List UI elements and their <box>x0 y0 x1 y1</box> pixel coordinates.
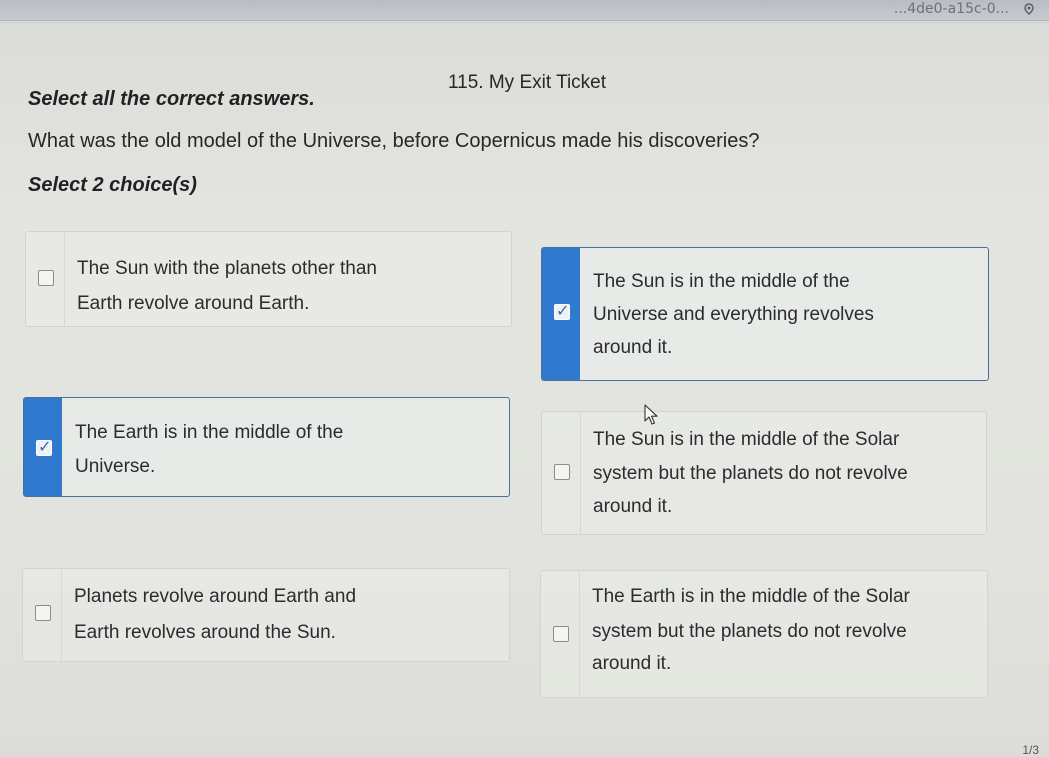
choice-checkbox-area[interactable] <box>541 571 580 697</box>
choice-line: system but the planets do not revolve <box>593 463 908 484</box>
choice-option-2[interactable]: ✓ The Sun is in the middle of the Univer… <box>541 247 989 381</box>
checkbox-unchecked-icon[interactable] <box>554 464 570 480</box>
choice-line: Earth revolves around the Sun. <box>74 622 336 643</box>
choice-line: around it. <box>593 496 673 517</box>
checkbox-unchecked-icon[interactable] <box>38 270 54 286</box>
choice-checkbox-area[interactable]: ✓ <box>24 398 62 496</box>
choice-line: around it. <box>592 653 672 674</box>
choice-option-5[interactable]: Planets revolve around Earth and Earth r… <box>22 568 510 662</box>
select-count-text: Select 2 choice(s) <box>28 174 197 196</box>
choice-option-4[interactable]: The Sun is in the middle of the Solar sy… <box>541 411 987 535</box>
choice-line: Planets revolve around Earth and <box>74 586 357 607</box>
checkbox-unchecked-icon[interactable] <box>553 626 569 642</box>
choice-line: system but the planets do not revolve <box>592 621 907 642</box>
choice-line: Earth revolve around Earth. <box>77 293 310 314</box>
instruction-text: Select all the correct answers. <box>28 88 315 110</box>
checkbox-checked-icon[interactable]: ✓ <box>554 301 570 320</box>
choice-line: Universe. <box>75 456 156 477</box>
location-pin-icon[interactable] <box>1023 3 1035 15</box>
choice-checkbox-area[interactable] <box>26 232 65 326</box>
pointer-cursor-icon <box>644 404 658 425</box>
choice-option-6[interactable]: The Earth is in the middle of the Solar … <box>540 570 988 698</box>
choice-checkbox-area[interactable]: ✓ <box>542 248 580 380</box>
page-title: 115. My Exit Ticket <box>448 72 607 93</box>
checkbox-unchecked-icon[interactable] <box>35 605 51 621</box>
page-indicator: 1/3 <box>1022 743 1039 757</box>
choice-checkbox-area[interactable] <box>23 569 62 661</box>
choice-line: The Earth is in the middle of the Solar <box>592 586 910 607</box>
choice-line: The Sun with the planets other than <box>77 258 377 279</box>
checkbox-checked-icon[interactable]: ✓ <box>36 437 52 456</box>
check-icon: ✓ <box>556 301 570 320</box>
question-prompt: What was the old model of the Universe, … <box>28 130 760 152</box>
choice-checkbox-area[interactable] <box>542 412 581 534</box>
choice-option-3[interactable]: ✓ The Earth is in the middle of the Univ… <box>23 397 510 497</box>
url-text[interactable]: ...4de0-a15c-0... <box>894 1 1009 17</box>
check-icon: ✓ <box>38 437 52 456</box>
choice-line: Universe and everything revolves <box>593 304 874 325</box>
choice-option-1[interactable]: The Sun with the planets other than Eart… <box>25 231 512 327</box>
choice-line: around it. <box>593 337 673 358</box>
choice-line: The Sun is in the middle of the <box>593 271 850 292</box>
choice-line: The Earth is in the middle of the <box>75 422 344 443</box>
header-divider <box>0 22 1049 23</box>
choice-line: The Sun is in the middle of the Solar <box>593 429 900 450</box>
browser-top-bar: ...4de0-a15c-0... <box>0 0 1049 21</box>
